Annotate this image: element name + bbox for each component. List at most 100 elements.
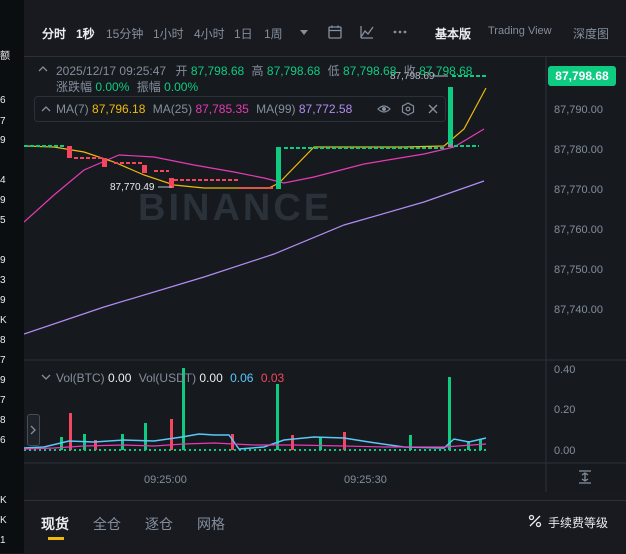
timeframe-tab[interactable]: 1周 bbox=[264, 25, 283, 42]
cropped-char: 9 bbox=[0, 135, 6, 146]
ohlc-row: 2025/12/17 09:25:47 开 87,798.68 高 87,798… bbox=[56, 62, 472, 79]
vol-btc-label: Vol(BTC) bbox=[56, 371, 105, 385]
timeframe-tab[interactable]: 1小时 bbox=[153, 25, 184, 42]
order-panel-tabs: 现货 全仓 逐仓 网格 手续费等级 bbox=[24, 500, 626, 554]
side-panel-toggle[interactable] bbox=[27, 414, 40, 446]
vol-ma1-value: 0.06 bbox=[230, 371, 254, 385]
cropped-char: 7 bbox=[0, 116, 6, 127]
volume-bar bbox=[69, 413, 72, 450]
open-value: 87,798.68 bbox=[190, 64, 245, 78]
price-axis-label: 87,770.00 bbox=[554, 184, 603, 196]
timeframe-tab[interactable]: 分时 bbox=[42, 25, 66, 42]
ma25-label: MA(25) bbox=[152, 102, 193, 116]
candle bbox=[276, 147, 281, 189]
chart-type-icon[interactable] bbox=[359, 24, 375, 40]
more-options-icon[interactable] bbox=[392, 24, 408, 40]
low-value: 87,798.68 bbox=[343, 64, 397, 78]
dropdown-caret-icon[interactable] bbox=[296, 24, 312, 40]
volume-bar bbox=[121, 434, 124, 450]
amplitude-value: 0.00% bbox=[164, 80, 199, 94]
candle bbox=[142, 165, 147, 173]
cropped-char: 6 bbox=[0, 95, 6, 106]
open-label: 开 bbox=[175, 64, 188, 78]
vol-btc-value: 0.00 bbox=[108, 371, 132, 385]
eye-icon[interactable] bbox=[377, 102, 391, 116]
collapse-arrow-icon[interactable] bbox=[38, 65, 48, 73]
price-axis-label: 87,780.00 bbox=[554, 144, 603, 156]
cropped-char: 8 bbox=[0, 335, 6, 346]
fit-scale-icon[interactable] bbox=[577, 469, 593, 485]
change-value: 0.00% bbox=[95, 80, 130, 94]
ma7-value: 87,796.18 bbox=[92, 102, 146, 116]
volume-bar bbox=[276, 384, 279, 450]
settings-hex-icon[interactable] bbox=[401, 102, 415, 116]
timeframe-tab[interactable]: 4小时 bbox=[194, 25, 225, 42]
chart-toolbar: 分时 1秒 15分钟 1小时 4小时 1日 1周 基本版 Trading Vie… bbox=[24, 10, 626, 57]
active-tab-indicator bbox=[48, 537, 64, 540]
time-axis-label: 09:25:30 bbox=[344, 474, 387, 486]
high-label: 高 bbox=[251, 64, 264, 78]
view-basic[interactable]: 基本版 bbox=[435, 25, 471, 42]
tab-grid[interactable]: 网格 bbox=[197, 514, 225, 534]
tab-spot[interactable]: 现货 bbox=[41, 514, 69, 534]
collapse-arrow-icon[interactable] bbox=[41, 105, 51, 113]
fee-level-link[interactable]: 手续费等级 bbox=[548, 514, 608, 531]
volume-axis-label: 0.40 bbox=[554, 364, 575, 376]
volume-bar bbox=[291, 435, 294, 450]
change-row: 涨跌幅 0.00% 振幅 0.00% bbox=[56, 78, 198, 95]
tab-cross-margin[interactable]: 全仓 bbox=[93, 514, 121, 534]
candle bbox=[448, 87, 453, 147]
ma-legend: MA(7) 87,796.18 MA(25) 87,785.35 MA(99) … bbox=[34, 96, 446, 122]
time-axis-label: 09:25:00 bbox=[144, 474, 187, 486]
indicator-settings-icon[interactable] bbox=[327, 24, 343, 40]
collapse-arrow-icon[interactable] bbox=[41, 373, 51, 381]
amplitude-label: 振幅 bbox=[136, 80, 161, 94]
view-depth[interactable]: 深度图 bbox=[573, 25, 609, 42]
price-axis-label: 87,740.00 bbox=[554, 304, 603, 316]
cropped-char: 3 bbox=[0, 275, 6, 286]
volume-axis-label: 0.20 bbox=[554, 404, 575, 416]
cropped-char: 6 bbox=[0, 435, 6, 446]
timeframe-tab[interactable]: 1日 bbox=[234, 25, 253, 42]
cropped-char: 额 bbox=[0, 51, 10, 62]
volume-legend: Vol(BTC) 0.00 Vol(USDT) 0.00 0.06 0.03 bbox=[56, 371, 284, 385]
cropped-char: 4 bbox=[0, 175, 6, 186]
percent-icon bbox=[528, 514, 542, 528]
close-icon[interactable] bbox=[426, 102, 440, 116]
tab-isolated-margin[interactable]: 逐仓 bbox=[145, 514, 173, 534]
cropped-char: 8 bbox=[0, 415, 6, 426]
cropped-char: 9 bbox=[0, 295, 6, 306]
datetime: 2025/12/17 09:25:47 bbox=[56, 64, 167, 78]
left-cropped-strip: 额679495939K879786KK1 bbox=[0, 0, 24, 553]
candle bbox=[67, 146, 72, 158]
cropped-char: 9 bbox=[0, 255, 6, 266]
price-chart[interactable]: BINANCE 87,790.00 87,780.00 87,770.00 87,760… bbox=[23, 57, 626, 492]
cropped-char: 1 bbox=[0, 535, 6, 546]
binance-watermark: BINANCE bbox=[138, 187, 332, 229]
volume-bar bbox=[343, 432, 346, 450]
candle bbox=[102, 158, 107, 167]
timeframe-tab[interactable]: 15分钟 bbox=[106, 25, 143, 42]
chart-area[interactable]: BINANCE 87,790.00 87,780.00 87,770.00 87,760… bbox=[23, 57, 626, 492]
low-marker-label: 87,770.49 bbox=[110, 182, 155, 193]
price-axis-label: 87,790.00 bbox=[554, 104, 603, 116]
view-tradingview[interactable]: Trading View bbox=[488, 25, 552, 37]
price-axis-label: 87,750.00 bbox=[554, 264, 603, 276]
vol-usdt-value: 0.00 bbox=[199, 371, 223, 385]
price-axis-label: 87,760.00 bbox=[554, 224, 603, 236]
vol-usdt-label: Vol(USDT) bbox=[138, 371, 197, 385]
volume-bar bbox=[319, 437, 322, 450]
current-price-tag: 87,798.68 bbox=[548, 66, 616, 86]
candle bbox=[448, 144, 453, 147]
timeframe-tab-active[interactable]: 1秒 bbox=[76, 25, 95, 42]
low-label: 低 bbox=[327, 64, 340, 78]
cropped-char: 7 bbox=[0, 355, 6, 366]
close-value: 87,798.68 bbox=[419, 64, 473, 78]
ma99-value: 87,772.58 bbox=[298, 102, 353, 116]
ma7-label: MA(7) bbox=[56, 102, 89, 116]
cropped-char: 7 bbox=[0, 395, 6, 406]
cropped-char: K bbox=[0, 315, 7, 326]
ma99-label: MA(99) bbox=[256, 102, 296, 116]
cropped-char: 9 bbox=[0, 375, 6, 386]
chevron-right-icon bbox=[30, 425, 36, 435]
